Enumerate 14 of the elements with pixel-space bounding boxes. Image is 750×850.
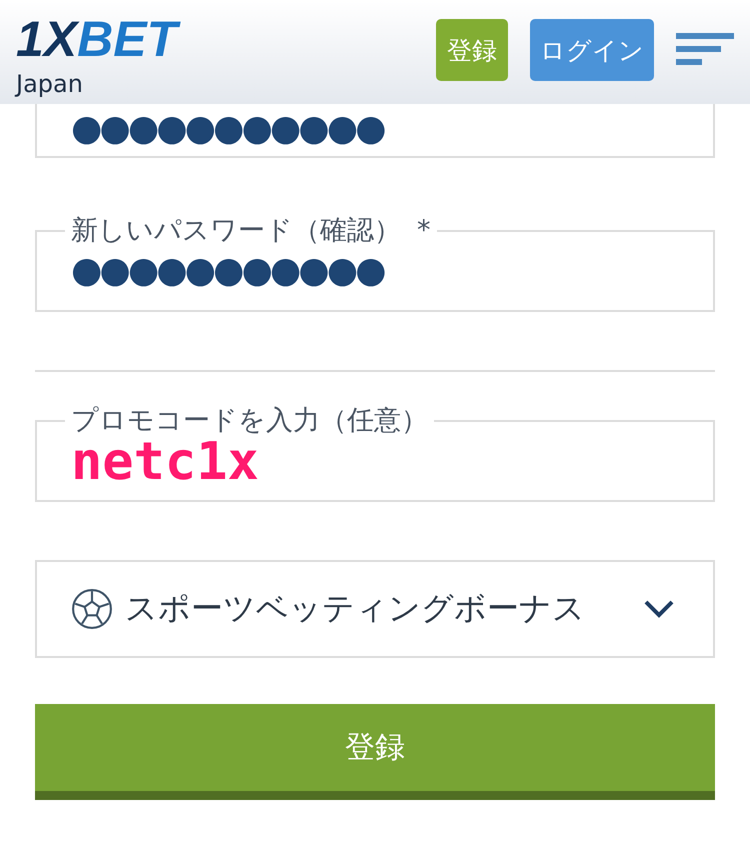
field-label: プロモコードを入力（任意） [70, 406, 429, 436]
promo-code-value: netc1x [71, 434, 259, 490]
logo[interactable]: 1XBET [16, 10, 188, 68]
password-dots: ●●●●●●●●●●● [71, 249, 386, 293]
password-field[interactable]: ●●●●●●●●●●● [35, 104, 715, 158]
menu-icon[interactable] [676, 33, 734, 67]
chevron-down-icon [643, 599, 675, 619]
field-label: 新しいパスワード（確認） * [70, 216, 432, 246]
password-field[interactable]: 新しいパスワード（確認） * ●●●●●●●●●●● [35, 216, 715, 312]
region-label: Japan [16, 70, 84, 98]
promo-code-field[interactable]: プロモコードを入力（任意） netc1x [35, 406, 715, 502]
soccer-ball-icon [71, 588, 113, 630]
bonus-dropdown[interactable]: スポーツベッティングボーナス [35, 560, 715, 658]
password-dots: ●●●●●●●●●●● [71, 107, 386, 151]
